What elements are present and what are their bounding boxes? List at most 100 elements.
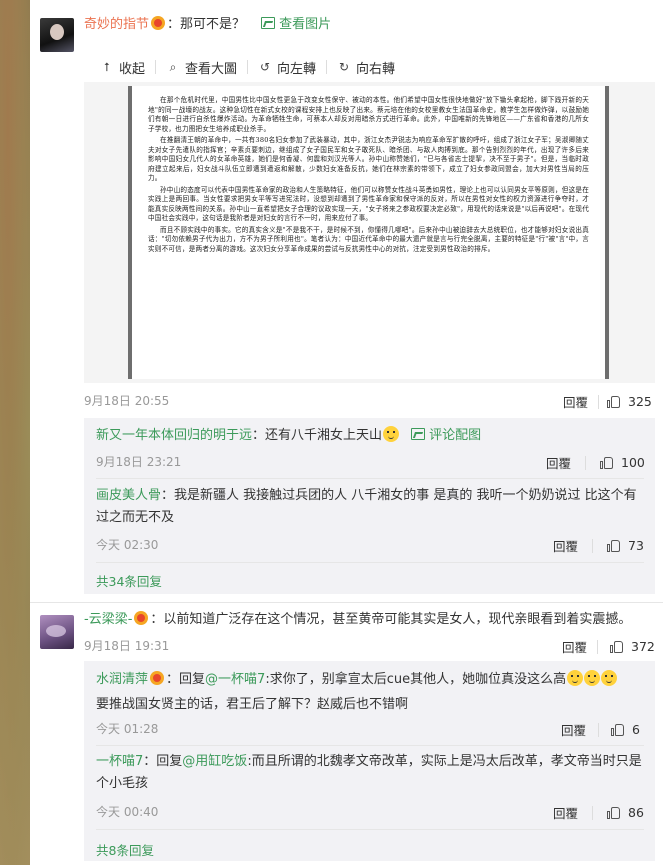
reply-date: 9月18日 23:21: [96, 455, 182, 469]
vip-badge-icon: [151, 16, 166, 30]
comment-image[interactable]: 在那个危机时代里，中国男性比中国女性更急于改变女性保守、被动的本性。他们希望中国…: [84, 82, 655, 383]
comment-text: ：以前知道广泛存在这个情况，甚至黄帝可能其实是女人，现代亲眼看到着实震撼。: [150, 612, 632, 627]
view-image-link[interactable]: 查看图片: [261, 17, 331, 32]
more-replies-link[interactable]: 共8条回复: [96, 840, 154, 859]
comment-date: 9月18日 20:55: [84, 394, 170, 408]
like-icon[interactable]: [607, 539, 621, 553]
laughing-emoji-icon: [584, 670, 601, 686]
reply-text: ：我是新疆人 我接触过兵团的人 八千湘女的事 是真的 我听一个奶奶说过 比这个有…: [96, 488, 637, 525]
reply-text: ：还有八千湘女上天山: [252, 428, 383, 443]
reply-prefix: ：回复: [143, 754, 183, 769]
reply-actions: 回覆 100: [546, 453, 645, 472]
image-toolbar: ⭡ 收起 ⌕ 查看大圖 ↺ 向左轉 ↻ 向右轉: [90, 55, 625, 79]
mention-link[interactable]: @用缸吃饭: [182, 754, 247, 769]
comment-actions: 回覆 325: [563, 392, 652, 411]
divider: [598, 394, 600, 409]
comment-header: -云梁梁- ：以前知道广泛存在这个情况，甚至黄帝可能其实是女人，现代亲眼看到着实震…: [84, 609, 654, 631]
reply-text: :求你了，别拿宣太后cue其他人，她咖位真没这么高: [265, 672, 567, 687]
avatar[interactable]: [40, 18, 74, 52]
arrow-up-icon: ⭡: [104, 59, 110, 74]
comment-actions: 回覆 372: [562, 637, 655, 656]
reply-button[interactable]: 回覆: [562, 637, 587, 656]
rotate-left-label: 向左轉: [277, 61, 317, 77]
username[interactable]: 水润清萍: [96, 672, 148, 687]
reply-date: 今天 00:40: [96, 805, 159, 819]
like-icon[interactable]: [611, 723, 625, 737]
like-count: 86: [628, 805, 644, 820]
reply-button[interactable]: 回覆: [553, 803, 578, 822]
comment-header: 奇妙的指节 ：那可不是？ 查看图片: [84, 14, 331, 36]
divider: [30, 602, 663, 603]
like-icon[interactable]: [607, 395, 621, 409]
reply-text-line2: 要推战国女贤主的话，君王后了解下？赵威后也不错啊: [96, 697, 409, 712]
divider: [592, 805, 594, 820]
like-count: 100: [621, 455, 645, 470]
vip-badge-icon: [134, 611, 149, 625]
laughing-emoji-icon: [601, 670, 618, 686]
like-count: 372: [631, 639, 655, 654]
username[interactable]: -云梁梁-: [84, 612, 132, 627]
divider: [96, 745, 644, 746]
divider: [96, 478, 644, 479]
page-paragraph: 而且不顾实践中的事实。它的真实含义是"不是我不干，是时候不到，你懂得几哪吧"。后…: [148, 225, 589, 253]
divider: [597, 639, 599, 654]
divider: [598, 722, 600, 737]
like-count: 73: [628, 538, 644, 553]
reply-date: 今天 02:30: [96, 538, 159, 552]
username[interactable]: 奇妙的指节: [84, 17, 149, 32]
page-paragraph: 在那个危机时代里，中国男性比中国女性更急于改变女性保守、被动的本性。他们希望中国…: [148, 96, 589, 133]
rotate-right-label: 向右轉: [356, 61, 396, 77]
page-paragraph: 孙中山的态度可以代表中国男性革命家的政治和人生策略特征，他们可以称赞女性战斗英勇…: [148, 185, 589, 223]
rotate-left-button[interactable]: ↺ 向左轉: [248, 58, 326, 77]
reply-button[interactable]: 回覆: [561, 720, 586, 739]
thinking-emoji-icon: [383, 426, 400, 442]
divider: [96, 829, 644, 830]
avatar[interactable]: [40, 615, 74, 649]
like-icon[interactable]: [600, 456, 614, 470]
rotate-right-button[interactable]: ↻ 向右轉: [327, 58, 405, 77]
reply-prefix: ：回复: [166, 672, 206, 687]
collapse-label: 收起: [119, 61, 146, 77]
rotate-left-icon: ↺: [260, 60, 271, 74]
like-icon[interactable]: [607, 806, 621, 820]
reply-item: 画皮美人骨：我是新疆人 我接触过兵团的人 八千湘女的事 是真的 我听一个奶奶说过…: [96, 485, 646, 529]
mention-link[interactable]: @一杯喵7: [205, 672, 265, 687]
like-count: 325: [628, 394, 652, 409]
comment-date: 9月18日 19:31: [84, 639, 170, 653]
username[interactable]: 新又一年本体回归的明于远: [96, 428, 252, 443]
reply-button[interactable]: 回覆: [553, 536, 578, 555]
view-large-button[interactable]: ⌕ 查看大圖: [156, 58, 247, 77]
divider: [96, 562, 644, 563]
search-icon: ⌕: [169, 59, 177, 74]
reply-actions: 回覆 73: [553, 536, 644, 555]
comment-image-link[interactable]: 评论配图: [411, 428, 481, 443]
reply-date: 今天 01:28: [96, 722, 159, 736]
reply-actions: 回覆 86: [553, 803, 644, 822]
username[interactable]: 画皮美人骨: [96, 488, 161, 503]
reply-button[interactable]: 回覆: [563, 392, 588, 411]
reply-item: 新又一年本体回归的明于远：还有八千湘女上天山 评论配图: [96, 425, 481, 447]
username[interactable]: 一杯喵7: [96, 754, 143, 769]
reply-actions: 回覆 6: [561, 720, 640, 739]
like-count: 6: [632, 722, 640, 737]
background-painting: [0, 0, 30, 865]
like-icon[interactable]: [610, 640, 624, 654]
book-page-scan: 在那个危机时代里，中国男性比中国女性更急于改变女性保守、被动的本性。他们希望中国…: [128, 86, 609, 379]
view-image-label: 查看图片: [279, 17, 332, 32]
page-paragraph: 在推翻清王朝的革命中，一共有380名妇女参加了武装暴动，其中，浙江女杰尹锐志为响…: [148, 136, 589, 182]
reply-item: 一杯喵7：回复@用缸吃饭:而且所谓的北魏孝文帝改革，实际上是冯太后改革，孝文帝当…: [96, 751, 646, 795]
collapse-button[interactable]: ⭡ 收起: [90, 58, 155, 77]
vip-badge-icon: [150, 671, 165, 685]
laughing-emoji-icon: [567, 670, 584, 686]
rotate-right-icon: ↻: [339, 60, 350, 74]
divider: [585, 455, 587, 470]
comment-image-label: 评论配图: [429, 428, 482, 443]
more-replies-link[interactable]: 共34条回复: [96, 571, 162, 590]
divider: [592, 538, 594, 553]
comment-text: ：那可不是？: [167, 17, 246, 32]
reply-item: 水润清萍 ：回复@一杯喵7:求你了，别拿宣太后cue其他人，她咖位真没这么高: [96, 669, 651, 691]
image-icon: [411, 428, 426, 440]
reply-button[interactable]: 回覆: [546, 453, 571, 472]
view-large-label: 查看大圖: [185, 61, 238, 77]
image-icon: [261, 17, 276, 29]
